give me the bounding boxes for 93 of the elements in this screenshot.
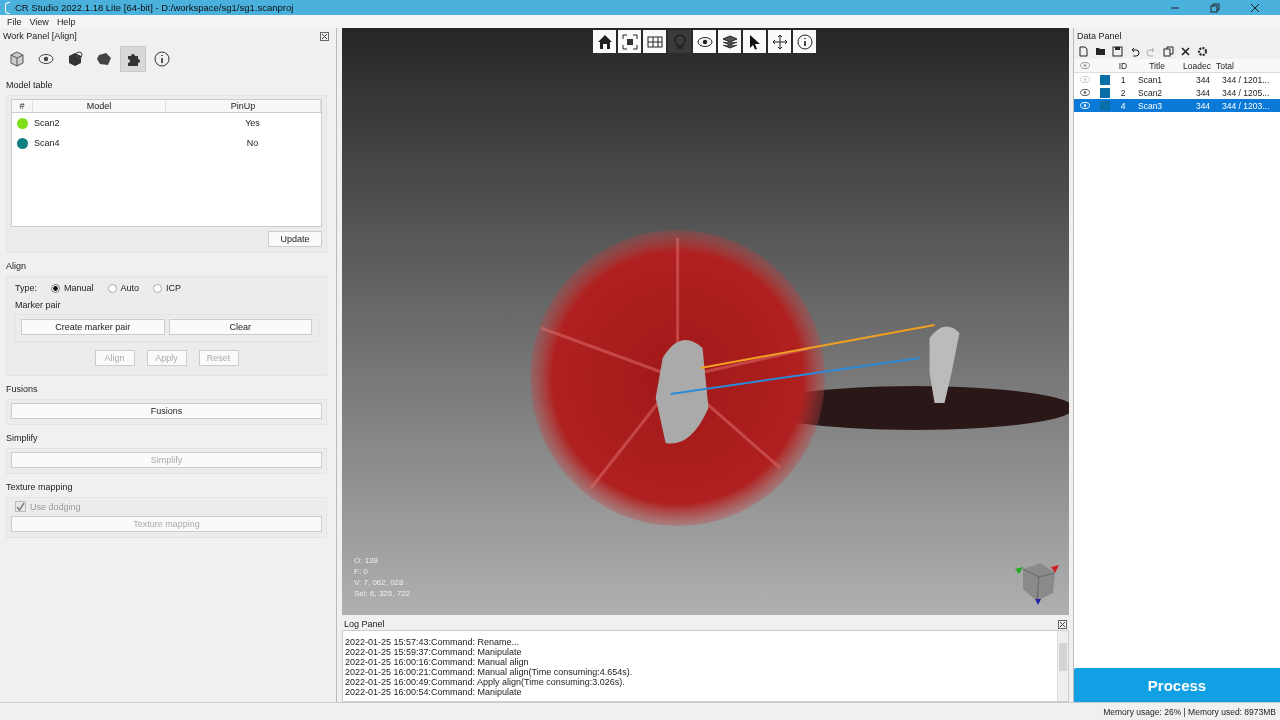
table-cell-text: No <box>245 138 260 148</box>
eye-icon[interactable] <box>1080 89 1090 96</box>
tool-tab[interactable] <box>120 46 146 72</box>
table-cell-text: Scan4 <box>34 138 61 148</box>
puzzle-icon <box>125 51 141 67</box>
table-cell-text: 1 <box>1119 74 1127 85</box>
column-header: Title <box>1148 60 1166 71</box>
column-header: Model <box>33 101 166 111</box>
log-line: 2022-01-25 15:59:37:Command: Manipulate <box>345 647 523 657</box>
toolbar-button[interactable] <box>643 30 666 53</box>
copy-icon[interactable] <box>1163 46 1174 57</box>
table-cell-text: 344 / 1201... <box>1221 74 1271 85</box>
eye-icon <box>696 35 713 48</box>
close-icon[interactable] <box>320 31 329 41</box>
column-header: Loadec <box>1182 60 1212 71</box>
table-row[interactable]: 4 Scan3 344 344 / 1203... <box>1074 99 1280 112</box>
toolbar-button[interactable] <box>593 30 616 53</box>
table-cell-text: 344 / 1203... <box>1221 100 1271 111</box>
log-line: 2022-01-25 16:00:16:Command: Manual align <box>345 657 530 667</box>
table-row[interactable]: 1 Scan1 344 344 / 1201... <box>1074 73 1280 86</box>
move-icon <box>771 33 788 50</box>
menu-item[interactable]: View <box>29 16 49 27</box>
table-cell-text: 2 <box>1119 87 1127 98</box>
new-file-icon[interactable] <box>1078 46 1089 57</box>
column-header: Total <box>1215 60 1235 71</box>
section-title: Texture mapping <box>5 481 74 494</box>
table-cell-text: Scan3 <box>1137 100 1164 111</box>
save-icon[interactable] <box>1112 46 1123 57</box>
table-cell-text: Scan2 <box>1137 87 1164 98</box>
toolbar-button[interactable] <box>693 30 716 53</box>
update-button[interactable]: Update <box>268 231 322 247</box>
close-icon[interactable] <box>1250 2 1260 13</box>
close-icon[interactable] <box>1058 619 1067 629</box>
scrollbar[interactable] <box>1057 631 1068 701</box>
section-title: Simplify <box>5 432 39 445</box>
delete-icon[interactable] <box>1180 46 1191 57</box>
table-cell-text: 344 <box>1194 87 1212 98</box>
memory-status: Memory usage: 26% | Memory used: 8973MB <box>1103 706 1276 717</box>
radio-button[interactable] <box>51 283 60 293</box>
field-label: Type: <box>15 283 37 293</box>
action-button[interactable]: Create marker pair <box>21 319 165 335</box>
undo-icon[interactable] <box>1129 46 1140 57</box>
polyhedron-icon <box>96 51 112 67</box>
restore-icon[interactable] <box>1210 2 1220 13</box>
table-cell-text: 344 <box>1194 100 1212 111</box>
menu-item[interactable]: Help <box>56 16 76 27</box>
table-cell-text: Yes <box>244 118 261 128</box>
info-icon <box>154 51 170 67</box>
column-header: # <box>12 101 33 111</box>
radio-button[interactable] <box>107 283 117 293</box>
box-icon <box>67 51 83 67</box>
section-title: Fusions <box>5 383 39 396</box>
menu-item[interactable]: File <box>7 16 22 27</box>
layers-icon <box>721 33 738 50</box>
log-line: 2022-01-25 15:57:43:Command: Rename... <box>345 637 521 647</box>
scene-stat: O: 138 <box>354 555 379 566</box>
table-cell-text: Scan1 <box>1137 74 1164 85</box>
eye-icon <box>38 53 54 65</box>
table-cell-text: Scan2 <box>34 118 61 128</box>
toolbar-button[interactable] <box>793 30 816 53</box>
grid-icon <box>646 33 663 50</box>
lightbulb-icon <box>671 33 688 50</box>
section-title: Align <box>5 260 27 273</box>
window-title: CR Studio 2022.1.18 Lite [64-bit] - D:/workspace/sg1/sg1.scanproj <box>15 2 294 13</box>
home-icon <box>596 33 613 50</box>
radio-label[interactable]: Auto <box>120 283 140 293</box>
panel-title: Log Panel <box>344 619 385 629</box>
eye-icon <box>1080 62 1090 69</box>
log-line: 2022-01-25 16:00:21:Command: Manual align(Time consuming:4.654s). <box>345 667 634 677</box>
section-title: Model table <box>5 79 54 92</box>
table-cell-text: 344 / 1205... <box>1221 87 1271 98</box>
log-line: 2022-01-25 16:00:54:Command: Manipulate <box>345 687 523 697</box>
info-icon <box>796 33 813 50</box>
table-row[interactable]: 2 Scan2 344 344 / 1205... <box>1074 86 1280 99</box>
section-title: Marker pair <box>14 300 62 310</box>
column-header: ID <box>1117 60 1129 71</box>
toolbar-button[interactable] <box>768 30 791 53</box>
toolbar-button[interactable] <box>718 30 741 53</box>
table-cell-text: 4 <box>1119 100 1127 111</box>
table-cell-text: 344 <box>1194 74 1212 85</box>
radio-label[interactable]: Manual <box>64 283 94 293</box>
toolbar-button[interactable] <box>618 30 641 53</box>
log-line: 2022-01-25 16:00:49:Command: Apply align(Time consuming:3.026s). <box>345 677 626 687</box>
toolbar-button[interactable] <box>743 30 766 53</box>
folder-icon[interactable] <box>1095 46 1106 57</box>
column-header: PinUp <box>166 101 321 111</box>
settings-icon[interactable] <box>1197 46 1208 57</box>
panel-title: Data Panel <box>1077 31 1122 41</box>
panel-title: Work Panel [Align] <box>3 31 77 41</box>
radio-button[interactable] <box>153 283 163 293</box>
action-button[interactable]: Fusions <box>11 403 322 419</box>
action-button[interactable]: Clear <box>168 319 312 335</box>
radio-label[interactable]: ICP <box>166 283 182 293</box>
